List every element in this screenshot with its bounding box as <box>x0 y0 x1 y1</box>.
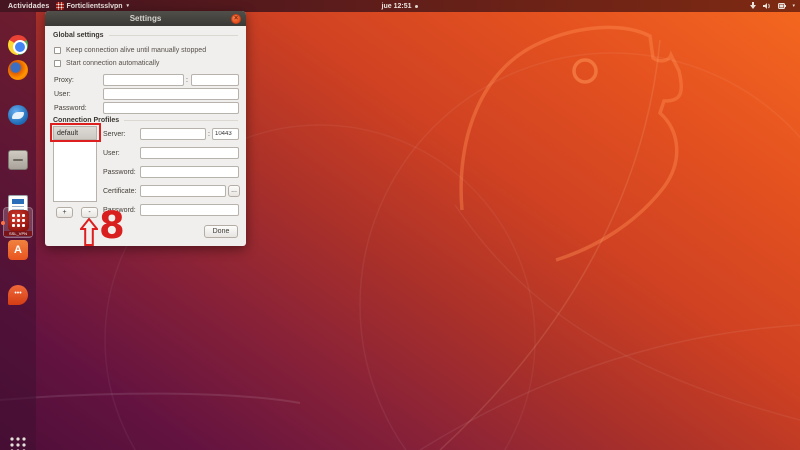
show-applications-button[interactable] <box>9 436 27 450</box>
system-tray[interactable]: ▾ <box>749 2 800 10</box>
files-icon[interactable] <box>8 150 28 170</box>
global-settings-heading: Global settings <box>53 32 238 39</box>
annotation-arrow-up-icon <box>80 218 98 246</box>
app-menu-label: Forticlientsslvpn <box>67 3 123 10</box>
thunderbird-icon[interactable] <box>8 105 28 125</box>
proxy-label: Proxy: <box>54 77 74 84</box>
dialog-titlebar[interactable]: Settings × <box>45 11 246 26</box>
server-label: Server: <box>103 131 126 138</box>
clock[interactable]: jue 12:51 <box>382 3 412 10</box>
chrome-icon[interactable] <box>8 35 28 55</box>
profile-user-label: User: <box>103 150 120 157</box>
settings-dialog: Settings × Global settings Keep connecti… <box>45 11 246 246</box>
volume-icon <box>763 2 772 10</box>
annotation-highlight-rect <box>50 123 101 142</box>
global-password-input[interactable] <box>103 102 239 114</box>
global-user-label: User: <box>54 91 71 98</box>
app-menu-icon <box>56 2 64 10</box>
chat-app-icon[interactable] <box>8 285 28 305</box>
close-icon[interactable]: × <box>231 14 241 24</box>
sslvpn-icon <box>8 210 29 231</box>
profile-password-input[interactable] <box>140 166 239 178</box>
chevron-down-icon: ▾ <box>792 3 795 9</box>
running-indicator-dot <box>1 221 5 225</box>
firefox-icon[interactable] <box>8 60 28 80</box>
checkbox-icon[interactable] <box>54 60 61 67</box>
proxy-port-input[interactable] <box>191 74 239 86</box>
server-colon: : <box>208 131 210 138</box>
certificate-label: Certificate: <box>103 188 136 195</box>
dock: SSL_VPN <box>0 12 36 450</box>
profile-user-input[interactable] <box>140 147 239 159</box>
remove-profile-button[interactable]: - <box>81 207 98 218</box>
ubuntu-software-icon[interactable] <box>8 240 28 260</box>
certificate-password-input[interactable] <box>140 204 239 216</box>
wallpaper-head-outline <box>461 27 681 260</box>
chevron-down-icon: ▾ <box>127 3 130 9</box>
app-menu[interactable]: Forticlientsslvpn ▾ <box>56 2 130 10</box>
global-user-input[interactable] <box>103 88 239 100</box>
desktop: Actividades Forticlientsslvpn ▾ jue 12:5… <box>0 0 800 450</box>
network-icon <box>749 2 757 10</box>
wallpaper-eye-circle <box>574 60 596 82</box>
keep-alive-checkbox-row[interactable]: Keep connection alive until manually sto… <box>54 47 206 54</box>
autostart-checkbox-row[interactable]: Start connection automatically <box>54 60 159 67</box>
certificate-input[interactable] <box>140 185 226 197</box>
server-port-input[interactable] <box>212 128 239 140</box>
sslvpn-grid-glyph <box>11 213 26 228</box>
dialog-title: Settings <box>130 14 162 23</box>
proxy-host-input[interactable] <box>103 74 184 86</box>
activities-button[interactable]: Actividades <box>8 3 50 10</box>
notification-dot <box>415 5 418 8</box>
proxy-colon: : <box>186 77 188 84</box>
forticlient-sslvpn-dock-item[interactable]: SSL_VPN <box>3 207 33 238</box>
profile-password-label: Password: <box>103 169 136 176</box>
add-profile-button[interactable]: + <box>56 207 73 218</box>
autostart-checkbox-label: Start connection automatically <box>66 60 159 67</box>
checkbox-icon[interactable] <box>54 47 61 54</box>
server-input[interactable] <box>140 128 206 140</box>
global-password-label: Password: <box>54 105 87 112</box>
certificate-browse-button[interactable]: ... <box>228 185 240 197</box>
battery-icon <box>778 2 786 10</box>
sslvpn-icon-label: SSL_VPN <box>4 231 32 236</box>
keep-alive-checkbox-label: Keep connection alive until manually sto… <box>66 47 206 54</box>
annotation-step-number: 8 <box>99 207 125 244</box>
done-button[interactable]: Done <box>204 225 238 238</box>
